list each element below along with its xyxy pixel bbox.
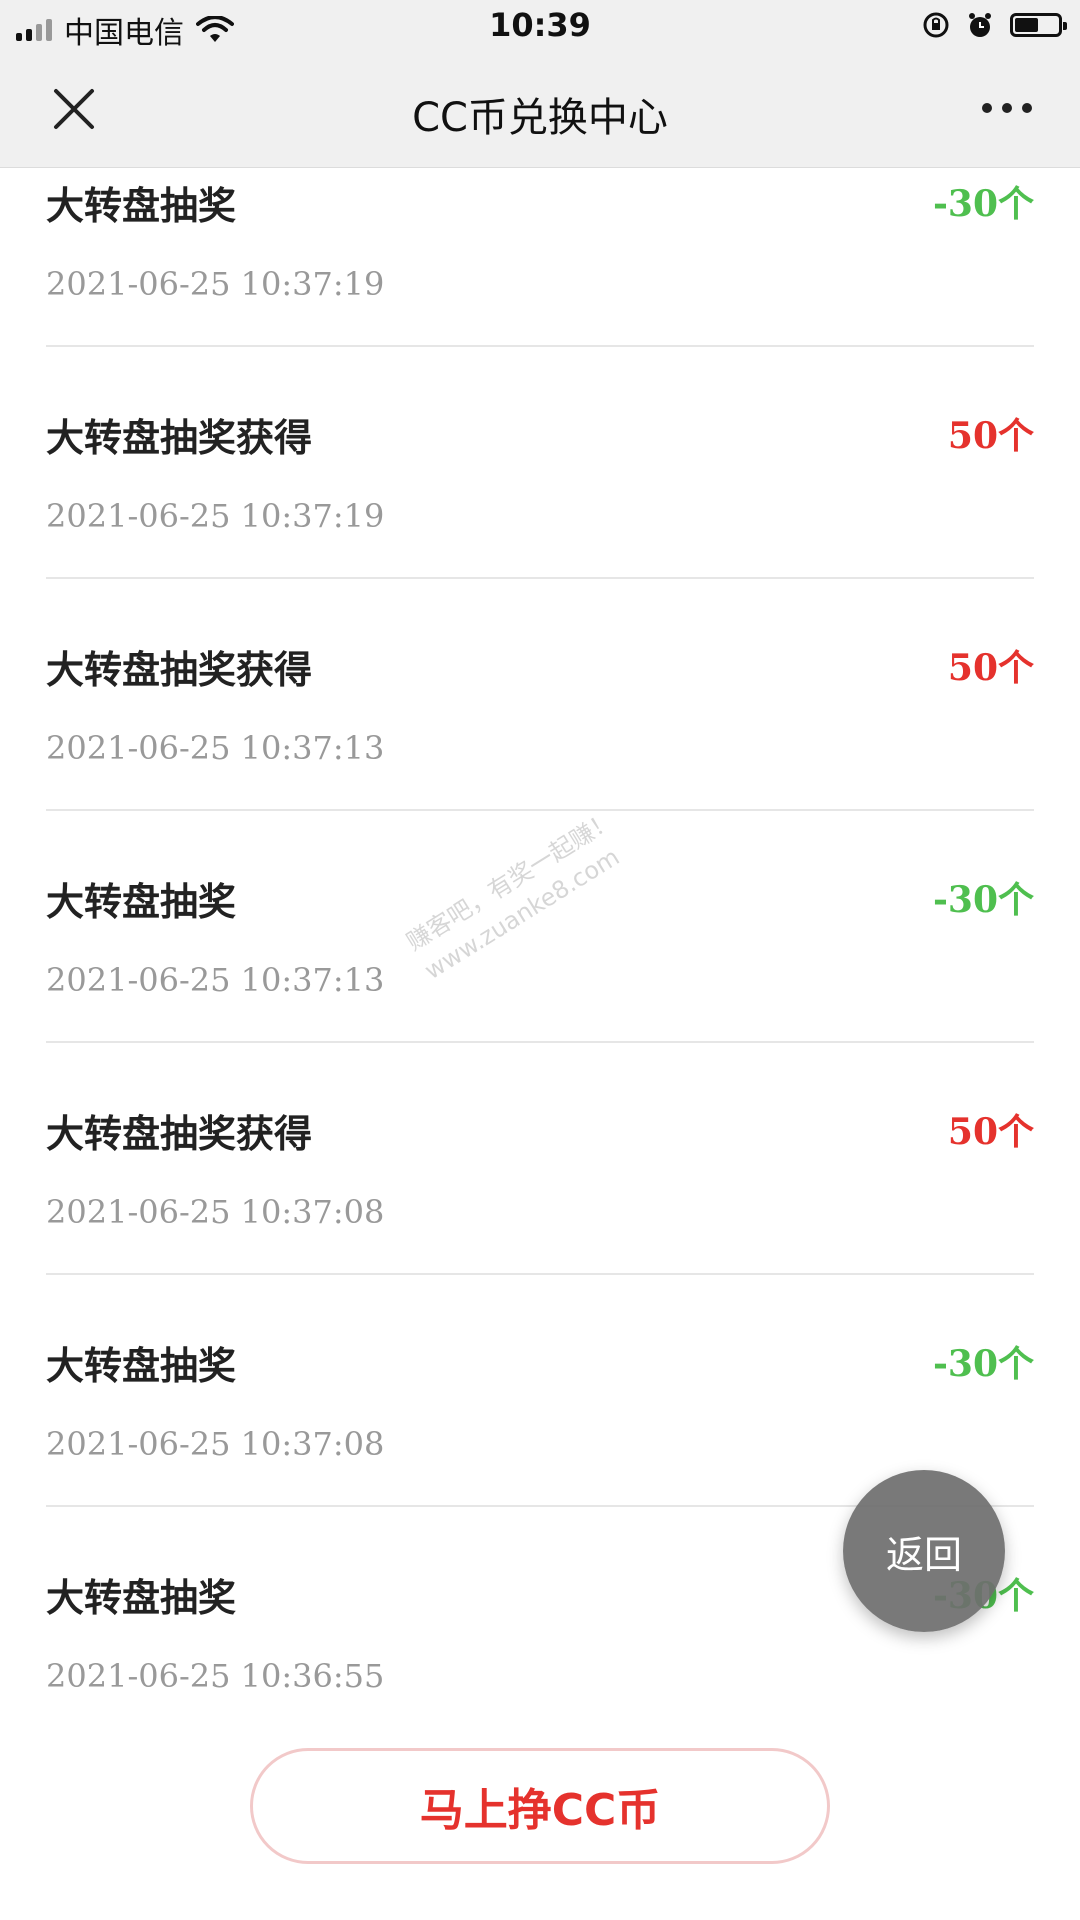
floating-back-button[interactable]: 返回 bbox=[843, 1470, 1005, 1632]
list-item: 大转盘抽奖获得 50个 2021-06-25 10:37:08 bbox=[46, 1043, 1034, 1275]
record-title: 大转盘抽奖 bbox=[46, 1344, 237, 1388]
record-time: 2021-06-25 10:37:19 bbox=[46, 265, 385, 303]
record-title: 大转盘抽奖 bbox=[46, 1576, 237, 1620]
record-amount: 50个 bbox=[947, 647, 1034, 689]
floating-back-label: 返回 bbox=[885, 1532, 962, 1577]
more-icon[interactable] bbox=[982, 103, 1032, 113]
nav-bar: CC币兑换中心 bbox=[0, 55, 1080, 168]
record-title: 大转盘抽奖获得 bbox=[46, 416, 313, 460]
record-amount: -30个 bbox=[932, 183, 1034, 225]
earn-cc-coins-button[interactable]: 马上挣CC币 bbox=[250, 1748, 830, 1864]
battery-icon bbox=[1010, 13, 1067, 37]
record-amount: -30个 bbox=[932, 1343, 1034, 1385]
earn-cc-coins-label: 马上挣CC币 bbox=[419, 1785, 661, 1836]
status-bar: 中国电信 10:39 bbox=[0, 0, 1080, 55]
list-item: 大转盘抽奖 -30个 2021-06-25 10:37:19 bbox=[46, 167, 1034, 347]
record-time: 2021-06-25 10:37:19 bbox=[46, 497, 385, 535]
record-title: 大转盘抽奖获得 bbox=[46, 648, 313, 692]
record-time: 2021-06-25 10:36:55 bbox=[46, 1657, 385, 1695]
rotation-lock-icon bbox=[923, 12, 949, 38]
status-right bbox=[922, 11, 1067, 39]
record-title: 大转盘抽奖 bbox=[46, 880, 237, 924]
list-item: 大转盘抽奖 -30个 2021-06-25 10:37:08 bbox=[46, 1275, 1034, 1507]
list-item: 大转盘抽奖获得 50个 2021-06-25 10:37:19 bbox=[46, 347, 1034, 579]
record-time: 2021-06-25 10:37:08 bbox=[46, 1425, 385, 1463]
record-time: 2021-06-25 10:37:08 bbox=[46, 1193, 385, 1231]
record-title: 大转盘抽奖获得 bbox=[46, 1112, 313, 1156]
status-time: 10:39 bbox=[489, 6, 591, 44]
list-item: 大转盘抽奖获得 50个 2021-06-25 10:37:13 bbox=[46, 579, 1034, 811]
page-title: CC币兑换中心 bbox=[412, 95, 668, 141]
record-amount: 50个 bbox=[947, 415, 1034, 457]
alarm-icon bbox=[969, 13, 991, 37]
record-amount: -30个 bbox=[932, 879, 1034, 921]
record-title: 大转盘抽奖 bbox=[46, 184, 237, 228]
record-time: 2021-06-25 10:37:13 bbox=[46, 729, 385, 767]
record-amount: 50个 bbox=[947, 1111, 1034, 1153]
record-time: 2021-06-25 10:37:13 bbox=[46, 961, 385, 999]
